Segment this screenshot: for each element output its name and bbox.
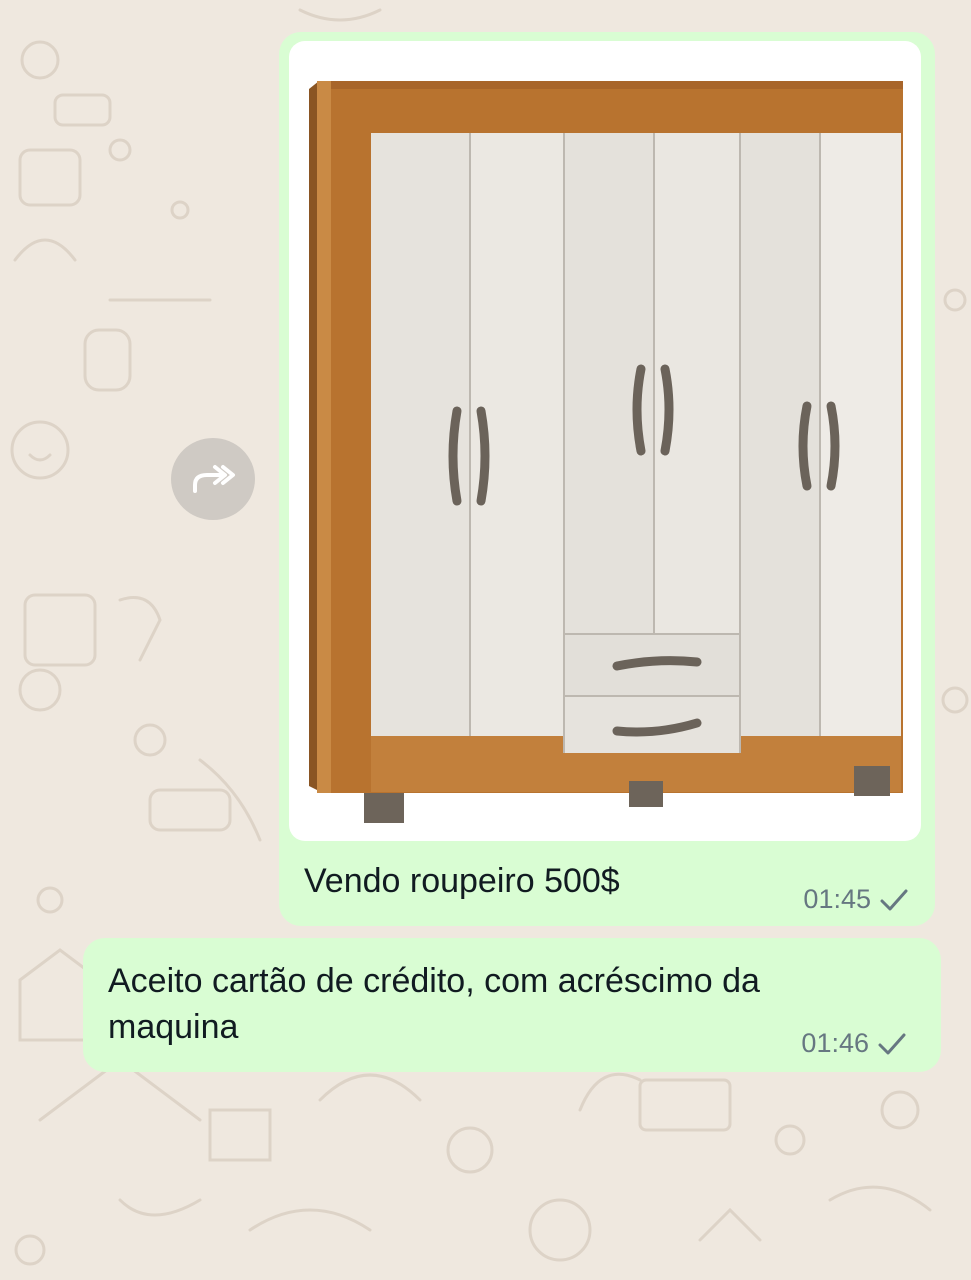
message-time: 01:45 bbox=[803, 884, 871, 914]
sent-check-icon bbox=[878, 1033, 906, 1054]
message-meta: 01:45 bbox=[803, 884, 909, 915]
message-text: Aceito cartão de crédito, com acréscimo … bbox=[108, 962, 760, 1046]
message-meta: 01:46 bbox=[801, 1028, 907, 1059]
wardrobe-image bbox=[309, 81, 903, 823]
forward-button[interactable] bbox=[171, 438, 255, 520]
forward-icon bbox=[193, 465, 235, 493]
message-photo[interactable] bbox=[289, 41, 921, 841]
outgoing-image-message[interactable]: Vendo roupeiro 500$ 01:45 bbox=[279, 32, 935, 926]
outgoing-text-message[interactable]: Aceito cartão de crédito, com acréscimo … bbox=[83, 938, 941, 1072]
message-time: 01:46 bbox=[801, 1028, 869, 1058]
sent-check-icon bbox=[880, 889, 908, 910]
image-caption: Vendo roupeiro 500$ bbox=[304, 862, 620, 900]
